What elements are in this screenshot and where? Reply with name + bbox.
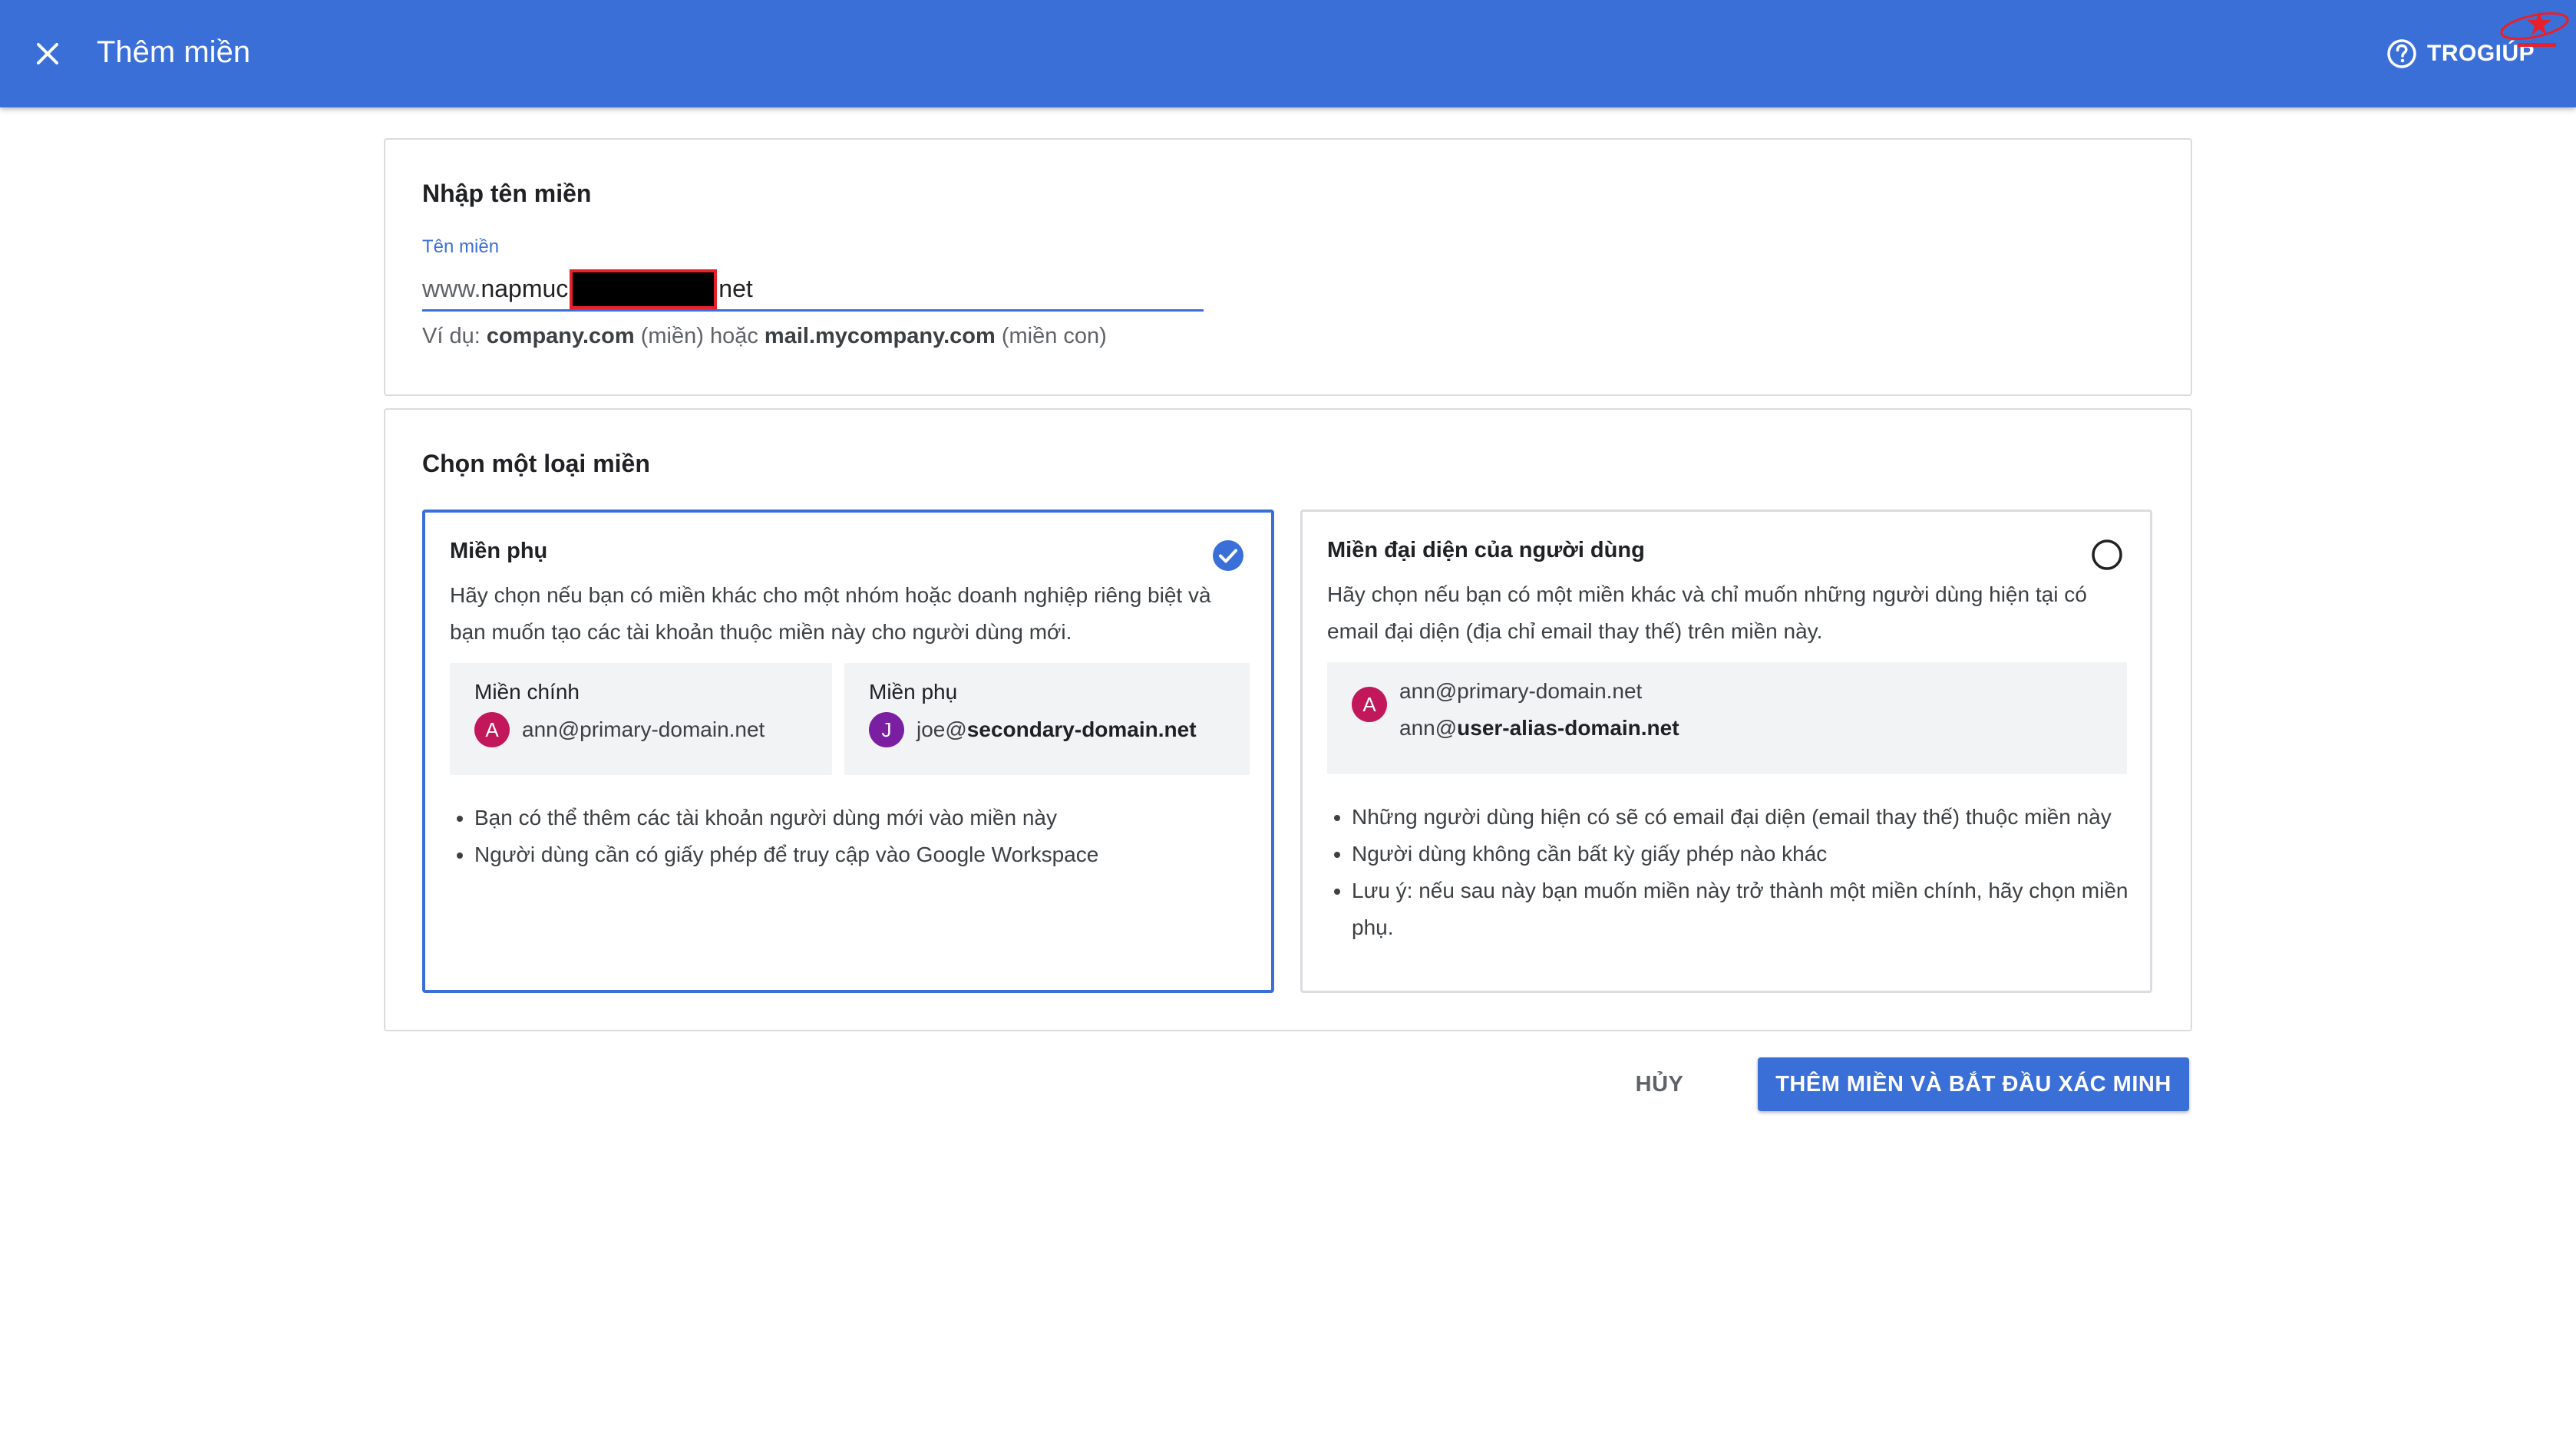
email-user: joe@ bbox=[916, 717, 967, 741]
hint-example-domain: company.com bbox=[486, 324, 635, 348]
example-label: Miền chính bbox=[474, 680, 580, 704]
cancel-button[interactable]: HỦY bbox=[1612, 1059, 1707, 1110]
domain-type-title: Chọn một loại miền bbox=[422, 450, 650, 477]
option-bullets: Bạn có thể thêm các tài khoản người dùng… bbox=[450, 800, 1256, 873]
example-user-row: J joe@secondary-domain.net bbox=[869, 712, 1197, 747]
check-circle-icon bbox=[1213, 540, 1243, 571]
email-user: ann@ bbox=[1399, 716, 1458, 740]
domain-input-card: Nhập tên miền Tên miền www. napmuc net V… bbox=[384, 138, 2192, 396]
example-email: joe@secondary-domain.net bbox=[916, 717, 1197, 742]
close-button[interactable] bbox=[28, 34, 68, 74]
bullet-item: Người dùng cần có giấy phép để truy cập … bbox=[474, 836, 1256, 873]
example-alias-domain: A ann@primary-domain.net ann@user-alias-… bbox=[1327, 662, 2127, 774]
redaction-box bbox=[570, 269, 718, 309]
email-domain: secondary-domain.net bbox=[966, 717, 1197, 741]
option-description: Hãy chọn nếu bạn có một miền khác và chỉ… bbox=[1327, 582, 2087, 643]
domain-suffix: net bbox=[718, 275, 753, 302]
domain-value: napmuc bbox=[481, 275, 569, 302]
example-user-row: A ann@primary-domain.net bbox=[474, 712, 765, 747]
domain-hint: Ví dụ: company.com (miền) hoặc mail.myco… bbox=[422, 324, 1107, 349]
domain-type-card: Chọn một loại miền Miền phụ Hãy chọn nếu… bbox=[384, 408, 2192, 1031]
example-label: Miền phụ bbox=[869, 680, 958, 704]
option-title: Miền phụ bbox=[450, 539, 548, 563]
option-user-alias-domain[interactable]: Miền đại diện của người dùng Hãy chọn nế… bbox=[1300, 510, 2152, 993]
domain-prefix: www. bbox=[422, 275, 481, 302]
option-bullets: Những người dùng hiện có sẽ có email đại… bbox=[1327, 799, 2133, 946]
avatar: A bbox=[1352, 687, 1387, 722]
avatar: A bbox=[474, 712, 510, 747]
email-domain: user-alias-domain.net bbox=[1457, 716, 1679, 740]
domain-card-title: Nhập tên miền bbox=[422, 180, 592, 207]
avatar: J bbox=[869, 712, 904, 747]
example-email: ann@primary-domain.net bbox=[1399, 679, 1643, 703]
watermark-logo bbox=[2500, 11, 2569, 47]
add-domain-verify-button[interactable]: THÊM MIỀN VÀ BẮT ĐẦU XÁC MINH bbox=[1758, 1057, 2189, 1111]
page-title: Thêm miền bbox=[97, 35, 251, 69]
example-secondary-domain: Miền phụ J joe@secondary-domain.net bbox=[844, 663, 1250, 775]
radio-empty-icon bbox=[2092, 539, 2122, 570]
domain-name-input[interactable]: www. napmuc net bbox=[422, 269, 1204, 312]
bullet-item: Người dùng không cần bất kỳ giấy phép nà… bbox=[1352, 836, 2133, 872]
hint-prefix: Ví dụ: bbox=[422, 324, 487, 348]
hint-example-subdomain: mail.mycompany.com bbox=[764, 324, 996, 348]
option-description: Hãy chọn nếu bạn có miền khác cho một nh… bbox=[450, 583, 1211, 644]
help-circle-icon bbox=[2387, 39, 2416, 68]
bullet-item: Bạn có thể thêm các tài khoản người dùng… bbox=[474, 800, 1256, 836]
example-alias-email: ann@user-alias-domain.net bbox=[1399, 716, 1679, 740]
example-primary-domain: Miền chính A ann@primary-domain.net bbox=[450, 663, 832, 775]
bullet-item: Lưu ý: nếu sau này bạn muốn miền này trở… bbox=[1352, 872, 2133, 946]
bullet-item: Những người dùng hiện có sẽ có email đại… bbox=[1352, 799, 2133, 836]
hint-middle: (miền) hoặc bbox=[634, 324, 765, 348]
option-secondary-domain[interactable]: Miền phụ Hãy chọn nếu bạn có miền khác c… bbox=[422, 510, 1274, 993]
example-email: ann@primary-domain.net bbox=[522, 717, 765, 741]
domain-field-label: Tên miền bbox=[422, 236, 500, 257]
option-title: Miền đại diện của người dùng bbox=[1327, 538, 1645, 562]
close-icon bbox=[37, 43, 58, 64]
app-header: Thêm miền TROGIÚP bbox=[0, 0, 2576, 107]
hint-suffix: (miền con) bbox=[995, 324, 1107, 348]
